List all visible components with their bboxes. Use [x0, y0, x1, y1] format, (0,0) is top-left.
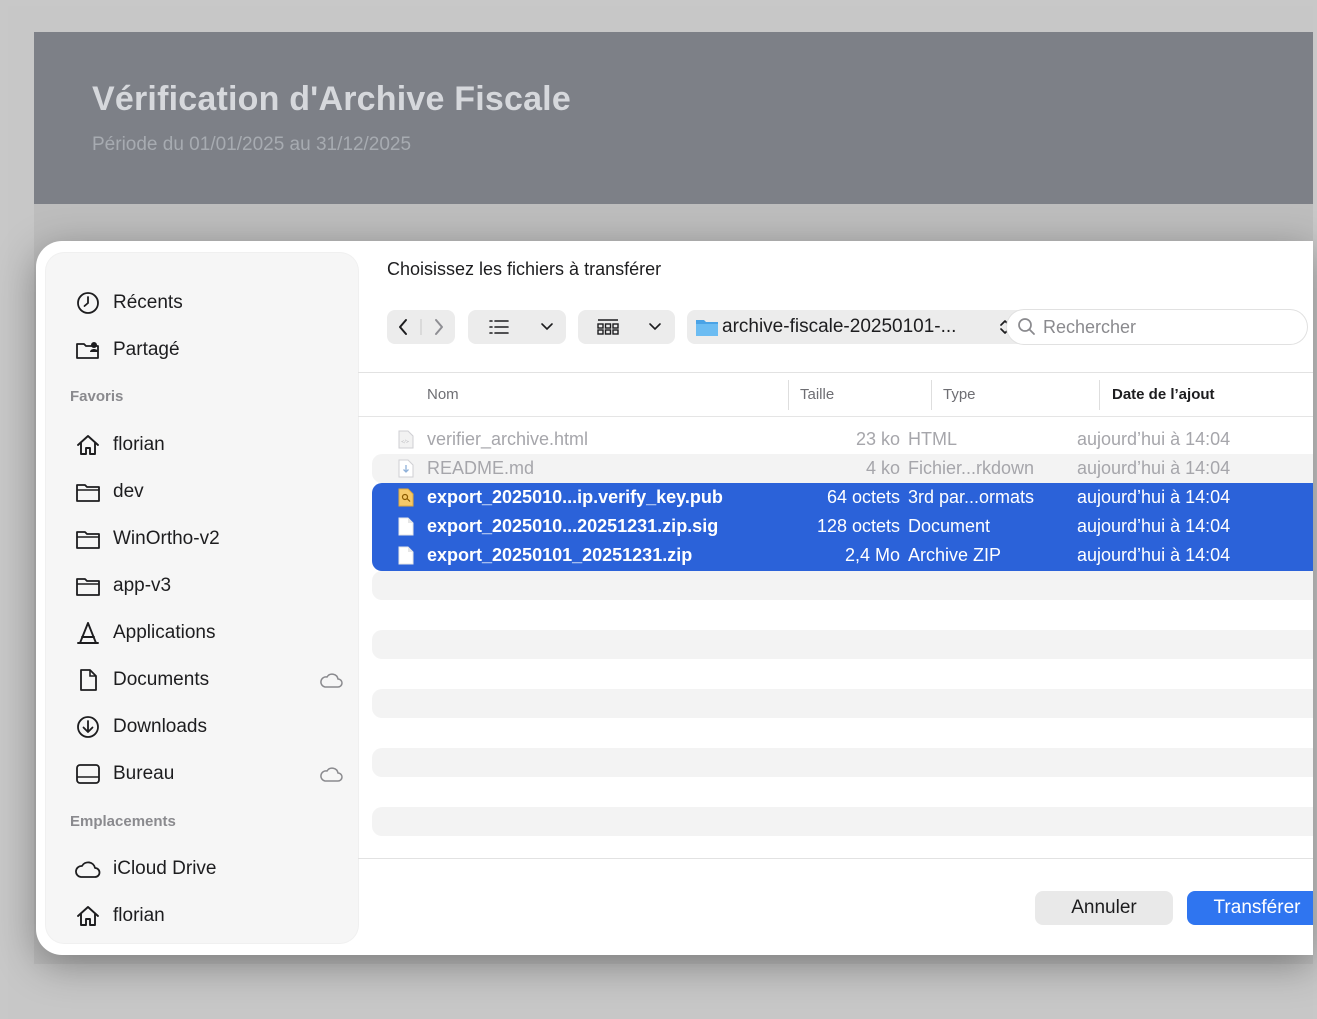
sidebar-item-label: florian: [113, 434, 165, 455]
sidebar-item-shared[interactable]: Partagé: [74, 332, 344, 368]
home-icon: [74, 902, 102, 930]
clock-icon: [74, 289, 102, 317]
divider: [358, 372, 1313, 373]
file-row[interactable]: export_2025010...20251231.zip.sig 128 oc…: [372, 512, 1313, 541]
empty-row: [372, 748, 1313, 777]
sidebar-item-downloads[interactable]: Downloads: [74, 709, 344, 745]
document-icon: [74, 666, 102, 694]
sidebar-item-applications[interactable]: Applications: [74, 615, 344, 651]
forward-chevron-icon: [435, 319, 443, 335]
applications-icon: [74, 619, 102, 647]
column-header-name[interactable]: Nom: [427, 386, 459, 403]
file-row[interactable]: </> verifier_archive.html 23 ko HTML auj…: [372, 425, 1313, 454]
app-header: Vérification d'Archive Fiscale Période d…: [34, 32, 1313, 204]
grid-group-icon: [597, 319, 661, 335]
sidebar-item-app-v3[interactable]: app-v3: [74, 568, 344, 604]
empty-row: [372, 807, 1313, 836]
cancel-button[interactable]: Annuler: [1035, 891, 1173, 925]
file-row[interactable]: export_20250101_20251231.zip 2,4 Mo Arch…: [372, 541, 1313, 570]
sidebar-item-label: Downloads: [113, 716, 207, 737]
file-row[interactable]: export_2025010...ip.verify_key.pub 64 oc…: [372, 483, 1313, 512]
file-row[interactable]: README.md 4 ko Fichier...rkdown aujourd’…: [372, 454, 1313, 483]
column-separator: [1099, 380, 1100, 410]
folder-icon: [74, 525, 102, 553]
sidebar-item-label: iCloud Drive: [113, 858, 217, 879]
list-view-icon: [489, 320, 553, 334]
home-icon: [74, 431, 102, 459]
path-label: archive-fiscale-20250101-...: [722, 316, 957, 337]
folder-icon: [74, 572, 102, 600]
sidebar-item-label: Bureau: [113, 763, 175, 784]
svg-text:</>: </>: [401, 439, 409, 444]
desktop-icon: [74, 760, 102, 788]
back-forward-control: [387, 310, 455, 344]
search-icon: [1018, 318, 1035, 335]
shared-folder-icon: [74, 336, 102, 364]
empty-row: [372, 630, 1313, 659]
sidebar: Récents Partagé Favoris florian dev WinO…: [46, 253, 358, 943]
app-subtitle: Période du 01/01/2025 au 31/12/2025: [92, 134, 412, 155]
sidebar-item-label: Documents: [113, 669, 210, 690]
column-header-size[interactable]: Taille: [800, 386, 834, 403]
folder-icon: [696, 320, 718, 336]
column-header-type[interactable]: Type: [943, 386, 976, 403]
sidebar-item-bureau[interactable]: Bureau: [74, 756, 344, 792]
column-separator: [931, 380, 932, 410]
sidebar-item-label: Récents: [113, 292, 183, 313]
sidebar-item-label: Applications: [113, 622, 216, 643]
list-view-button[interactable]: [468, 310, 566, 344]
icloud-status-icon: [320, 767, 343, 782]
file-open-dialog: Récents Partagé Favoris florian dev WinO…: [36, 241, 1313, 955]
sidebar-item-florian-location[interactable]: florian: [74, 898, 344, 934]
back-chevron-icon: [399, 319, 407, 335]
markdown-file-icon: [398, 459, 414, 478]
favorites-section-title: Favoris: [70, 388, 124, 405]
icloud-status-icon: [320, 673, 343, 688]
sidebar-item-florian-home[interactable]: florian: [74, 427, 344, 463]
file-browser: Choisissez les fichiers à transférer arc…: [358, 241, 1313, 955]
locations-section-title: Emplacements: [70, 813, 176, 830]
key-file-icon: [398, 488, 414, 507]
dialog-prompt: Choisissez les fichiers à transférer: [387, 259, 662, 279]
path-popup-button[interactable]: archive-fiscale-20250101-...: [687, 310, 1026, 344]
sidebar-item-winortho[interactable]: WinOrtho-v2: [74, 521, 344, 557]
divider: [358, 416, 1313, 417]
column-separator: [788, 380, 789, 410]
sidebar-item-documents[interactable]: Documents: [74, 662, 344, 698]
column-header-date[interactable]: Date de l’ajout: [1112, 386, 1215, 403]
empty-row: [372, 689, 1313, 718]
sidebar-item-label: app-v3: [113, 575, 172, 596]
empty-row: [372, 571, 1313, 600]
cloud-icon: [74, 855, 102, 883]
sidebar-item-dev[interactable]: dev: [74, 474, 344, 510]
group-by-button[interactable]: [578, 310, 675, 344]
folder-icon: [74, 478, 102, 506]
download-icon: [74, 713, 102, 741]
sidebar-item-recents[interactable]: Récents: [74, 285, 344, 321]
sidebar-item-label: WinOrtho-v2: [113, 528, 220, 549]
divider: [358, 858, 1313, 859]
app-title: Vérification d'Archive Fiscale: [92, 80, 571, 118]
zip-file-icon: [398, 546, 414, 565]
sidebar-item-label: dev: [113, 481, 144, 502]
search-placeholder: Rechercher: [1043, 316, 1137, 337]
document-file-icon: [398, 517, 414, 536]
sidebar-item-label: Partagé: [113, 339, 180, 360]
search-field[interactable]: Rechercher: [1007, 310, 1307, 344]
transfer-button[interactable]: Transférer: [1187, 891, 1313, 925]
html-file-icon: </>: [398, 430, 414, 449]
sidebar-item-icloud-drive[interactable]: iCloud Drive: [74, 851, 344, 887]
sidebar-item-label: florian: [113, 905, 165, 926]
